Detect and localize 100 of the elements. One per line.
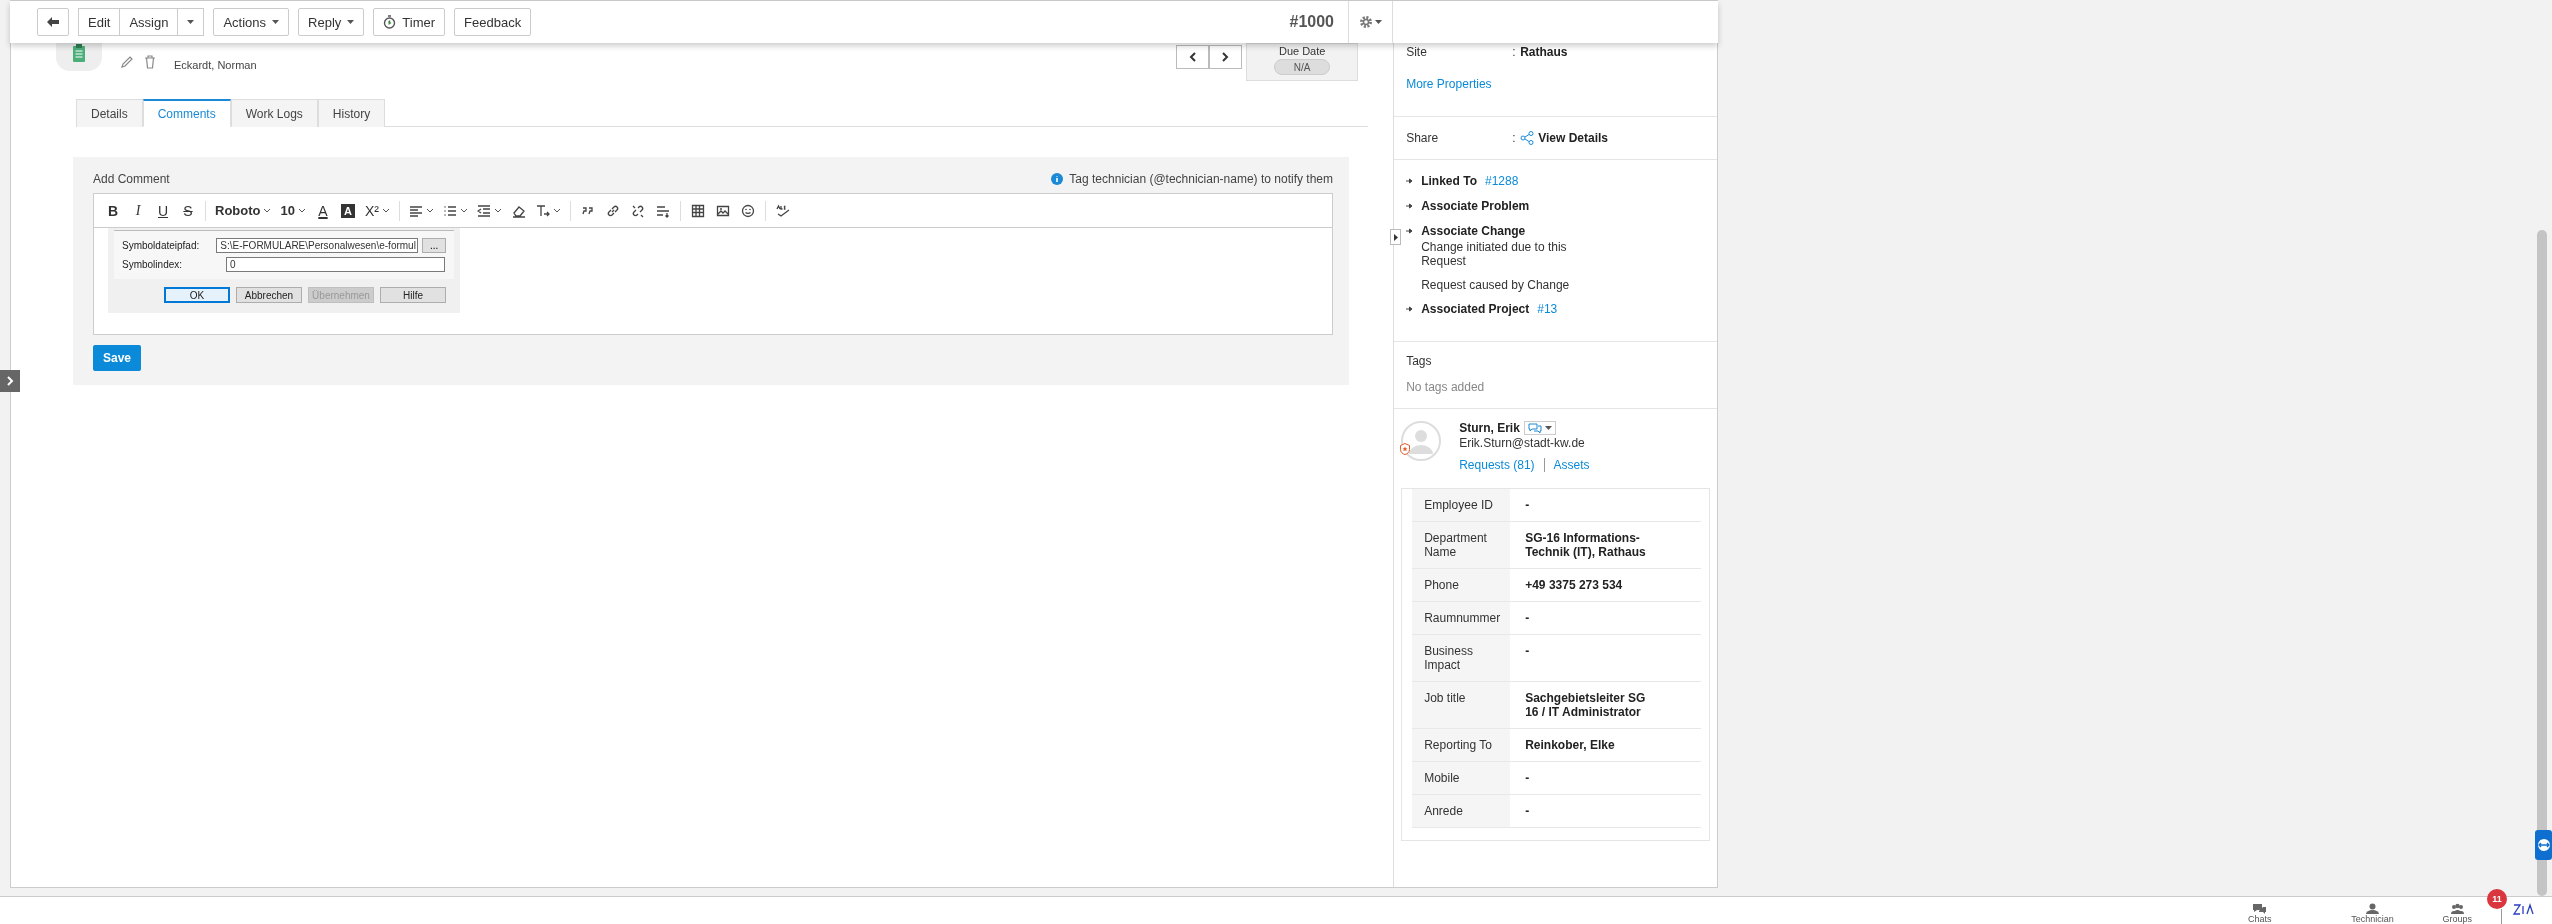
tab[interactable]: History [317,99,386,127]
superscript-dropdown[interactable]: X² [361,198,393,223]
table-icon [690,203,705,218]
requests-link[interactable]: Requests (81) [1459,458,1535,472]
chevron-down-icon [493,208,502,213]
hint-text: Tag technician (@technician-name) to notify them [1069,172,1333,186]
tab[interactable]: Work Logs [230,99,318,127]
detail-value: Reinkober, Elke [1524,737,1616,754]
browse-button[interactable]: ... [422,238,446,253]
property-label: Site [1406,45,1428,59]
collapse-toggle[interactable] [1390,229,1401,245]
arrow-left-icon [47,17,59,27]
arrow-right-icon [1406,203,1414,209]
remote-icon[interactable] [2535,830,2552,860]
settings-button[interactable] [1348,1,1393,43]
assistant-logo-icon[interactable] [2512,901,2534,917]
chevron-down-icon [552,208,561,213]
actions-button[interactable]: Actions [213,8,290,36]
group-icon [2449,903,2465,914]
association-link[interactable]: #13 [1537,302,1558,316]
assets-link[interactable]: Assets [1553,458,1590,472]
help-button[interactable]: Hilfe [380,287,446,303]
broken-link-icon [630,203,645,218]
due-date-value: N/A [1274,59,1331,75]
text-color-button[interactable]: A [311,198,334,223]
notification-badge: 11 [2487,889,2507,909]
bottom-bar-item[interactable]: Groups [2442,903,2472,924]
link-icon [605,203,620,218]
chevron-down-icon [425,208,434,213]
save-button[interactable]: Save [93,345,142,371]
assign-button[interactable]: Assign [120,8,179,36]
tab[interactable]: Details [76,99,143,127]
association-label: Linked To [1421,174,1477,188]
info-icon [1051,173,1064,185]
cancel-button[interactable]: Abbrechen [236,287,302,303]
caret-icon [272,20,280,24]
underline-button[interactable]: U [152,198,174,223]
indent-icon [476,203,491,218]
previous-button[interactable] [1176,45,1210,69]
highlight-button[interactable]: A [336,198,359,223]
bottom-bar-label: Technician [2351,914,2394,924]
separator: : [1512,45,1517,59]
more-properties-link[interactable]: More Properties [1406,77,1705,91]
back-button[interactable] [37,8,69,36]
line-height-icon [655,203,670,218]
chat-icon [1527,423,1542,433]
pencil-icon[interactable] [120,55,134,69]
detail-value: - [1524,610,1531,627]
size-dropdown[interactable]: 10 [277,198,309,223]
view-details-link[interactable]: View Details [1538,131,1608,145]
caret-right-icon [1393,233,1398,241]
chevron-down-icon [459,208,468,213]
bottom-bar-label: Chats [2248,914,2272,924]
trash-icon[interactable] [144,55,156,69]
input-field[interactable]: S:\E-FORMULARE\Personalwesen\e-formul [216,238,419,253]
caret-icon [1544,426,1552,430]
settings-icon [1359,15,1373,29]
bottom-bar-item[interactable]: Chats [2247,903,2273,924]
detail-label: Employee ID [1412,489,1511,521]
next-button[interactable] [1209,45,1243,69]
user-name: Sturn, Erik [1459,421,1520,435]
timer-icon [383,15,397,29]
detail-value: - [1524,497,1531,514]
requester-name: Eckardt, Norman [174,58,257,73]
input-field[interactable]: 0 [226,257,445,272]
bottom-bar-label: Groups [2442,914,2472,924]
chevron-right-icon [1222,52,1230,62]
field-label: Symboldateipfad: [122,240,201,251]
avatar-icon [1401,421,1442,461]
feedback-button[interactable]: Feedback [454,8,532,36]
detail-label: Business Impact [1412,635,1511,681]
detail-label: Phone [1412,569,1511,601]
ok-button[interactable]: OK [164,287,230,303]
italic-button[interactable]: I [127,198,149,223]
bold-button[interactable]: B [102,198,124,223]
font-dropdown[interactable]: Roboto [212,198,275,223]
bottom-bar-item[interactable]: Technician [2352,903,2393,924]
list-icon [442,203,457,218]
chat-bubbles-icon [2252,903,2268,914]
reply-button[interactable]: Reply [298,8,365,36]
association-link[interactable]: #1288 [1484,174,1519,188]
arrow-right-icon [1406,306,1414,312]
timer-button[interactable]: Timer [373,8,446,36]
chevron-down-icon [297,208,306,213]
detail-label: Mobile [1412,762,1511,794]
expand-tab[interactable] [0,370,20,392]
arrow-right-icon [1406,178,1414,184]
chat-button[interactable] [1523,421,1556,435]
edit-button[interactable]: Edit [78,8,121,36]
arrow-right-icon [1406,228,1414,234]
detail-label: Anrede [1412,795,1511,827]
scrollbar-thumb[interactable] [2537,230,2547,896]
align-icon [408,203,423,218]
field-label: Symbolindex: [122,259,184,270]
tab[interactable]: Comments [142,99,231,127]
chevron-down-icon [381,208,390,213]
detail-label: Raumnummer [1412,602,1511,634]
strikethrough-button[interactable]: S [177,198,199,223]
person-icon [2365,903,2380,914]
separator: : [1512,131,1517,145]
